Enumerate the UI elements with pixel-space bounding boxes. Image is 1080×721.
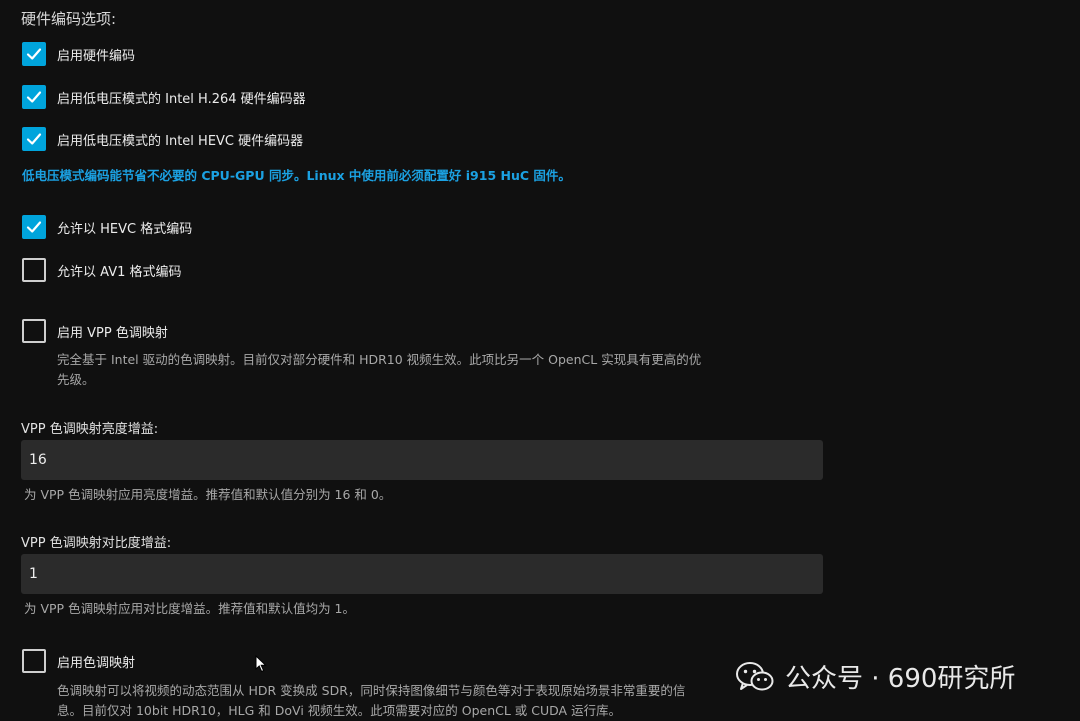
intel-h264-lowpower-label: 启用低电压模式的 Intel H.264 硬件编码器 [57, 91, 306, 107]
vpp-tonemap-help-line: 完全基于 Intel 驱动的色调映射。目前仅对部分硬件和 HDR10 视频生效。… [57, 352, 702, 367]
vpp-tonemap-help-line: 先级。 [57, 372, 95, 387]
low-power-note: 低电压模式编码能节省不必要的 CPU-GPU 同步。Linux 中使用前必须配置… [22, 168, 571, 183]
vpp-brightness-label: VPP 色调映射亮度增益: [21, 422, 159, 437]
section-title: 硬件编码选项: [21, 10, 117, 28]
settings-page: 硬件编码选项: 启用硬件编码 启用低电压模式的 Intel H.264 硬件编码… [0, 0, 1080, 721]
check-icon [26, 48, 42, 60]
tonemap-help-line: 息。目前仅对 10bit HDR10，HLG 和 DoVi 视频生效。此项需要对… [57, 703, 622, 718]
intel-hevc-lowpower-checkbox[interactable] [22, 127, 46, 151]
intel-hevc-lowpower-option[interactable]: 启用低电压模式的 Intel HEVC 硬件编码器 [22, 127, 303, 151]
vpp-brightness-help: 为 VPP 色调映射应用亮度增益。推荐值和默认值分别为 16 和 0。 [24, 487, 392, 502]
watermark: 公众号 · 690研究所 [735, 658, 1015, 695]
allow-hevc-checkbox[interactable] [22, 215, 46, 239]
check-icon [26, 221, 42, 233]
vpp-tonemap-checkbox[interactable] [22, 319, 46, 343]
allow-av1-checkbox[interactable] [22, 258, 46, 282]
watermark-text: 公众号 · 690研究所 [785, 664, 1016, 694]
mouse-pointer-icon [255, 655, 267, 673]
allow-av1-label: 允许以 AV1 格式编码 [57, 264, 182, 280]
hw-encoding-label: 启用硬件编码 [57, 48, 136, 64]
tonemap-help: 色调映射可以将视频的动态范围从 HDR 变换成 SDR，同时保持图像细节与颜色等… [57, 681, 685, 721]
hw-encoding-checkbox[interactable] [22, 42, 46, 66]
tonemap-option[interactable]: 启用色调映射 [22, 649, 135, 673]
vpp-brightness-input[interactable] [21, 440, 823, 480]
allow-av1-option[interactable]: 允许以 AV1 格式编码 [22, 258, 182, 282]
hw-encoding-option[interactable]: 启用硬件编码 [22, 42, 135, 66]
vpp-contrast-input[interactable] [21, 554, 823, 594]
allow-hevc-option[interactable]: 允许以 HEVC 格式编码 [22, 215, 192, 239]
intel-h264-lowpower-option[interactable]: 启用低电压模式的 Intel H.264 硬件编码器 [22, 85, 306, 109]
vpp-tonemap-label: 启用 VPP 色调映射 [57, 325, 168, 341]
intel-hevc-lowpower-label: 启用低电压模式的 Intel HEVC 硬件编码器 [57, 133, 304, 149]
vpp-contrast-help: 为 VPP 色调映射应用对比度增益。推荐值和默认值均为 1。 [24, 601, 356, 616]
allow-hevc-label: 允许以 HEVC 格式编码 [57, 221, 193, 237]
vpp-contrast-label: VPP 色调映射对比度增益: [21, 536, 172, 551]
intel-h264-lowpower-checkbox[interactable] [22, 85, 46, 109]
tonemap-help-line: 色调映射可以将视频的动态范围从 HDR 变换成 SDR，同时保持图像细节与颜色等… [57, 683, 686, 698]
wechat-icon [736, 661, 774, 690]
vpp-tonemap-option[interactable]: 启用 VPP 色调映射 [22, 319, 168, 343]
tonemap-checkbox[interactable] [22, 649, 46, 673]
check-icon [26, 91, 42, 103]
vpp-tonemap-help: 完全基于 Intel 驱动的色调映射。目前仅对部分硬件和 HDR10 视频生效。… [57, 350, 701, 390]
tonemap-label: 启用色调映射 [57, 655, 136, 671]
check-icon [26, 133, 42, 145]
